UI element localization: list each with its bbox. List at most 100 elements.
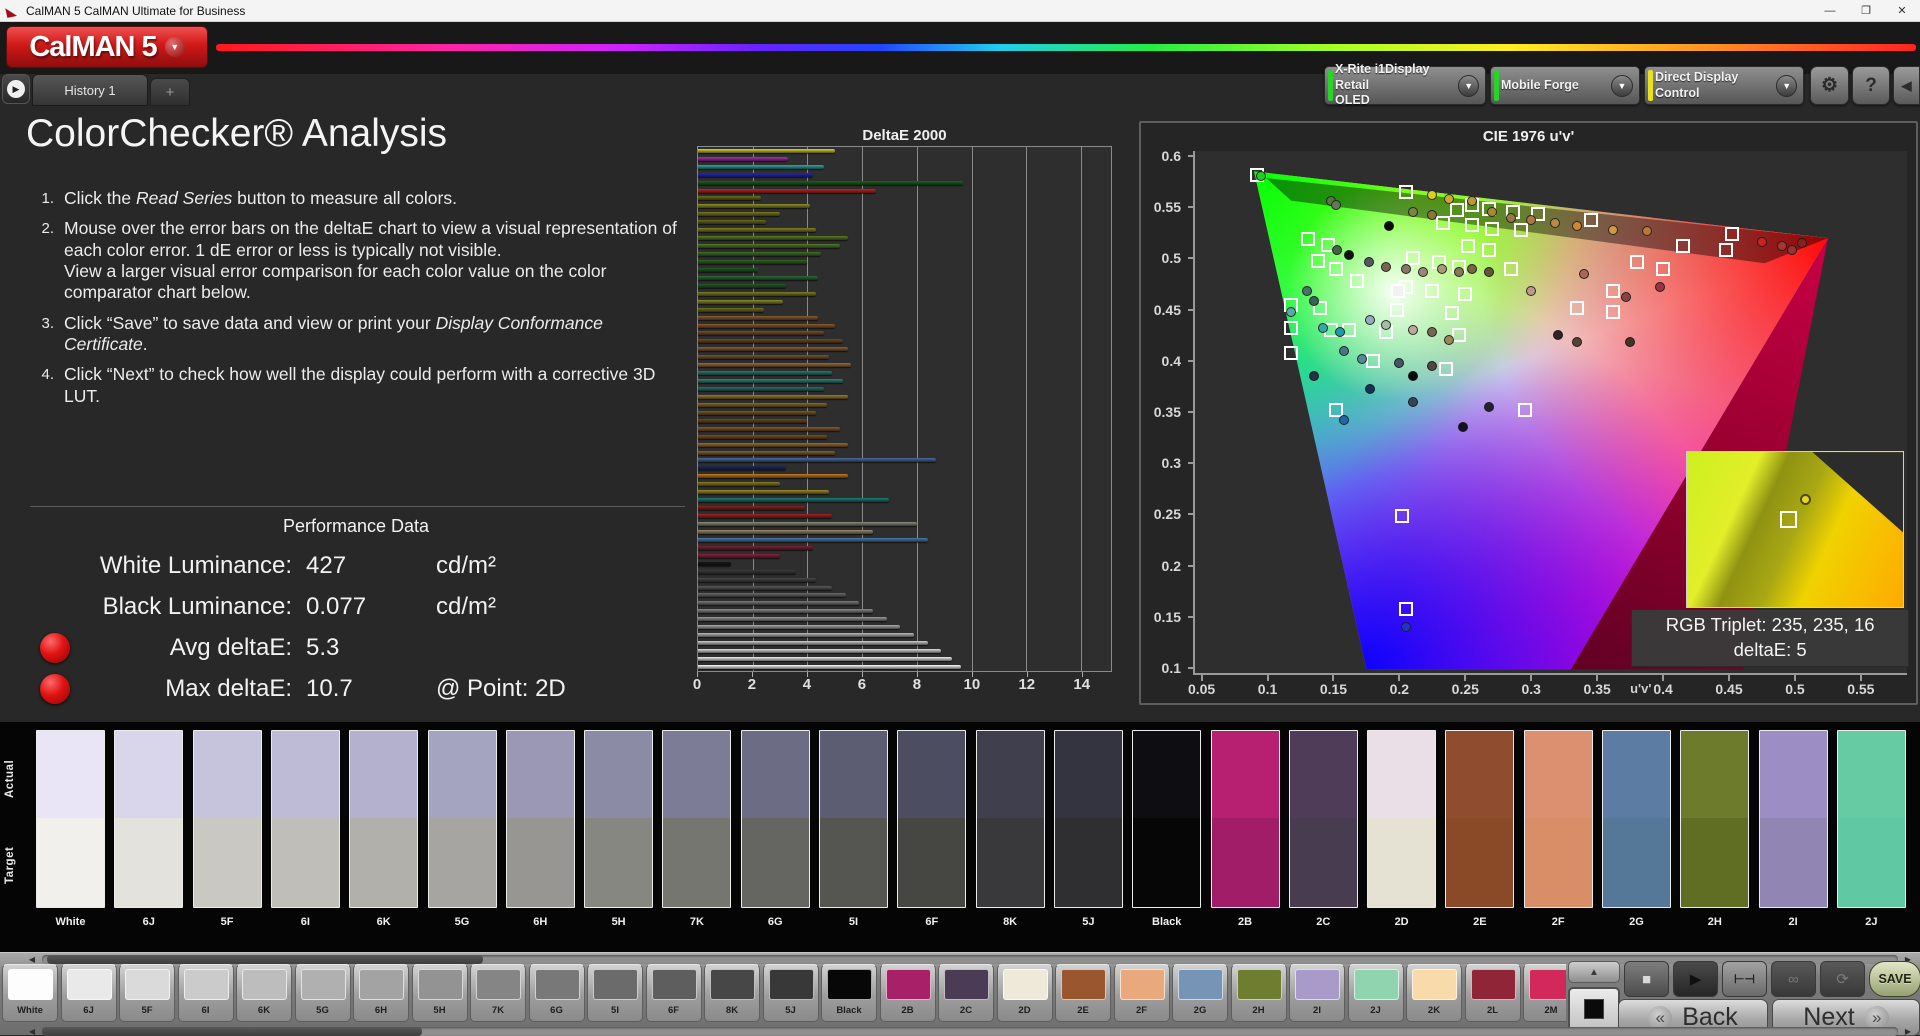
patch-button-5i[interactable]: 5I (587, 964, 643, 1022)
error-bar[interactable] (698, 252, 821, 256)
error-bar[interactable] (698, 339, 843, 343)
error-bar[interactable] (698, 657, 952, 661)
error-bar[interactable] (698, 395, 848, 399)
error-bar[interactable] (698, 411, 816, 415)
patch-button-5f[interactable]: 5F (119, 964, 175, 1022)
patch-button-6h[interactable]: 6H (353, 964, 409, 1022)
error-bar[interactable] (698, 617, 887, 621)
error-bar[interactable] (698, 490, 829, 494)
error-bar[interactable] (698, 165, 824, 169)
error-bar[interactable] (698, 181, 963, 185)
patch-button-6i[interactable]: 6I (178, 964, 234, 1022)
display-control-dropdown[interactable]: Direct Display Control ▼ (1644, 66, 1804, 105)
patch-button-5g[interactable]: 5G (295, 964, 351, 1022)
patch-button-2l[interactable]: 2L (1465, 964, 1521, 1022)
error-bar[interactable] (698, 427, 840, 431)
play-button[interactable]: ▶ (1673, 961, 1718, 997)
patch-button-6g[interactable]: 6G (529, 964, 585, 1022)
error-bar[interactable] (698, 355, 829, 359)
error-bar[interactable] (698, 316, 818, 320)
error-bar[interactable] (698, 482, 780, 486)
meter-dropdown[interactable]: X-Rite i1Display Retail OLED ▼ (1324, 66, 1486, 105)
error-bar[interactable] (698, 522, 917, 526)
patch-scrollbar-top[interactable] (42, 955, 1898, 964)
error-bar[interactable] (698, 578, 816, 582)
error-bar[interactable] (698, 173, 813, 177)
patch-button-2h[interactable]: 2H (1231, 964, 1287, 1022)
error-bar[interactable] (698, 546, 813, 550)
error-bar[interactable] (698, 212, 780, 216)
error-bar[interactable] (698, 443, 848, 447)
error-bar[interactable] (698, 498, 889, 502)
error-bar[interactable] (698, 641, 928, 645)
error-bar[interactable] (698, 300, 783, 304)
error-bar[interactable] (698, 268, 758, 272)
error-bar[interactable] (698, 363, 851, 367)
error-bar[interactable] (698, 324, 835, 328)
error-bar[interactable] (698, 458, 936, 462)
scrollbar-thumb[interactable] (47, 955, 483, 964)
add-tab-button[interactable]: + (150, 78, 190, 106)
patch-button-2m[interactable]: 2M (1523, 964, 1566, 1022)
patch-button-white[interactable]: White (2, 964, 58, 1022)
error-bar[interactable] (698, 466, 786, 470)
patch-button-5j[interactable]: 5J (763, 964, 819, 1022)
error-bar[interactable] (698, 554, 780, 558)
patch-button-2i[interactable]: 2I (1289, 964, 1345, 1022)
error-bar[interactable] (698, 220, 766, 224)
error-bar[interactable] (698, 593, 846, 597)
patch-button-2f[interactable]: 2F (1114, 964, 1170, 1022)
error-bar[interactable] (698, 189, 876, 193)
error-bar[interactable] (698, 276, 818, 280)
error-bar[interactable] (698, 379, 843, 383)
error-bar[interactable] (698, 371, 832, 375)
patch-button-5h[interactable]: 5H (412, 964, 468, 1022)
error-bar[interactable] (698, 347, 848, 351)
calman-logo-menu[interactable]: CalMAN 5 ▼ (6, 26, 208, 68)
patch-button-7k[interactable]: 7K (470, 964, 526, 1022)
patch-button-black[interactable]: Black (821, 964, 877, 1022)
layout-nav-button[interactable]: ▶ (2, 74, 30, 104)
error-bar[interactable] (698, 625, 900, 629)
error-bar[interactable] (698, 570, 796, 574)
tab-history-1[interactable]: History 1 (32, 74, 148, 106)
patch-button-2d[interactable]: 2D (997, 964, 1053, 1022)
error-bar[interactable] (698, 284, 786, 288)
restore-icon[interactable]: ❐ (1848, 0, 1884, 21)
error-bar[interactable] (698, 260, 807, 264)
stop-button[interactable]: ■ (1624, 961, 1669, 997)
close-icon[interactable]: ✕ (1884, 0, 1920, 21)
source-dropdown[interactable]: Mobile Forge ▼ (1490, 66, 1640, 105)
loop-button[interactable]: ∞ (1771, 961, 1816, 997)
patch-button-8k[interactable]: 8K (704, 964, 760, 1022)
error-bar[interactable] (698, 228, 816, 232)
error-bar[interactable] (698, 292, 816, 296)
error-bar[interactable] (698, 530, 873, 534)
error-bar[interactable] (698, 649, 941, 653)
error-bar[interactable] (698, 308, 764, 312)
patch-button-6j[interactable]: 6J (61, 964, 117, 1022)
settings-button[interactable]: ⚙ (1810, 66, 1849, 105)
minimize-icon[interactable]: — (1812, 0, 1848, 21)
error-bar[interactable] (698, 157, 788, 161)
error-bar[interactable] (698, 236, 848, 240)
error-bar[interactable] (698, 451, 835, 455)
error-bar[interactable] (698, 586, 832, 590)
error-bar[interactable] (698, 244, 840, 248)
error-bar[interactable] (698, 633, 914, 637)
patch-button-2e[interactable]: 2E (1055, 964, 1111, 1022)
error-bar[interactable] (698, 435, 827, 439)
error-bar[interactable] (698, 609, 873, 613)
error-bar[interactable] (698, 538, 928, 542)
help-button[interactable]: ? (1852, 66, 1890, 105)
save-button[interactable]: SAVE (1869, 961, 1920, 997)
error-bar[interactable] (698, 387, 824, 391)
read-series-button[interactable]: ⊢⊣ (1722, 961, 1767, 997)
error-bar[interactable] (698, 149, 835, 153)
scroll-left-icon[interactable]: ◀ (24, 955, 40, 964)
error-bar[interactable] (698, 665, 961, 669)
patch-button-2b[interactable]: 2B (880, 964, 936, 1022)
error-bar[interactable] (698, 506, 805, 510)
error-bar[interactable] (698, 196, 761, 200)
error-bar[interactable] (698, 403, 827, 407)
